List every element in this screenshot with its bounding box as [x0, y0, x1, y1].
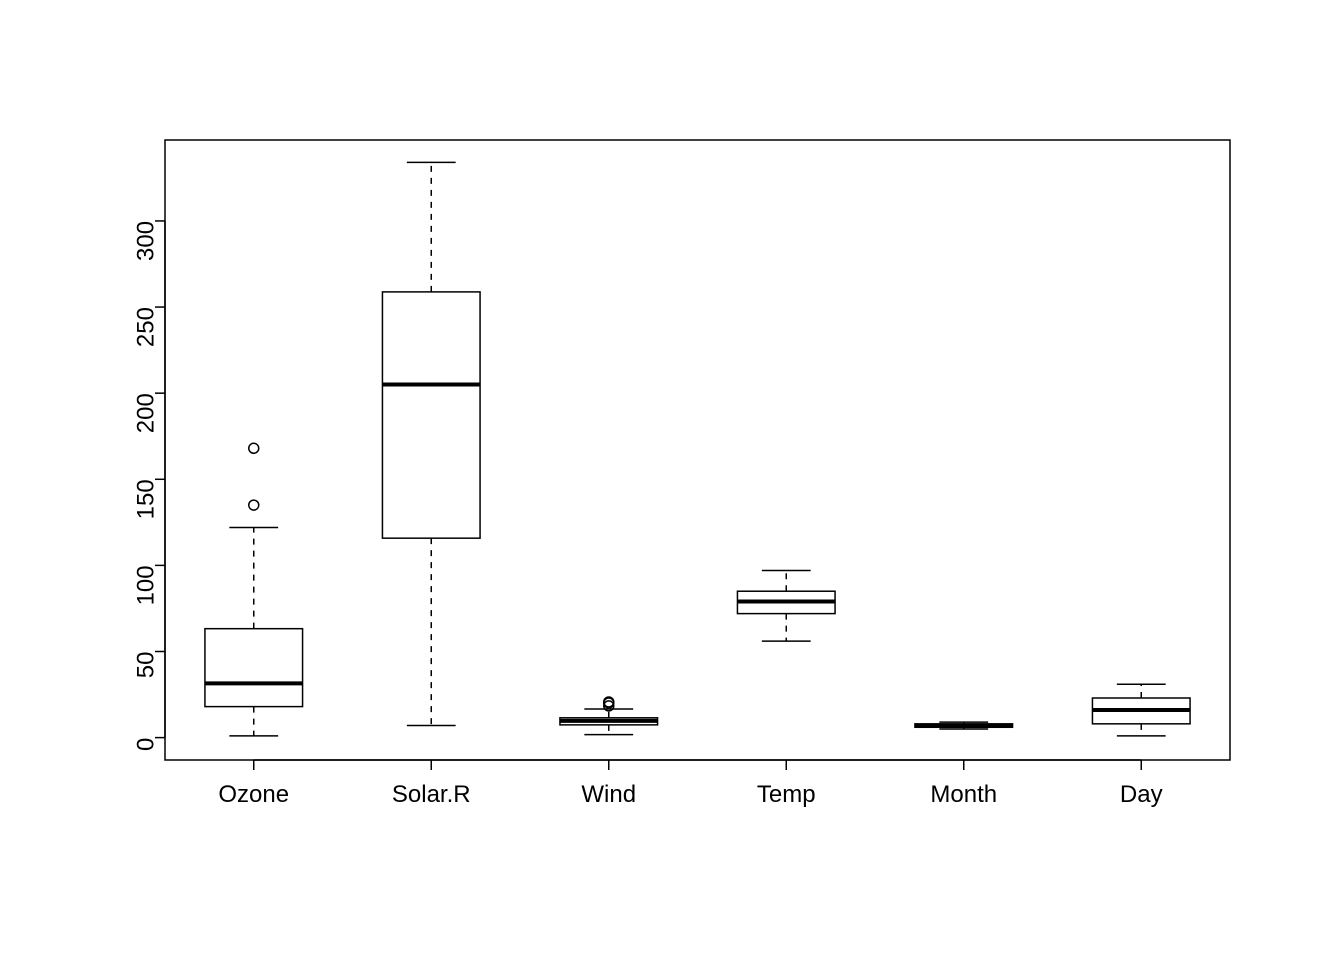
y-tick-label: 50: [132, 652, 159, 679]
x-tick-label: Wind: [581, 781, 636, 808]
x-tick-label: Ozone: [218, 781, 289, 808]
y-tick-label: 300: [132, 221, 159, 261]
x-tick-label: Solar.R: [392, 781, 471, 808]
y-tick-label: 150: [132, 479, 159, 519]
boxplot-chart: 0 50 100 150 200 250 300 Ozone Solar.R Wind Temp Mo…: [0, 0, 1344, 960]
y-tick-label: 0: [132, 738, 159, 751]
x-tick-label: Temp: [757, 781, 816, 808]
y-tick-label: 250: [132, 307, 159, 347]
box: [205, 629, 303, 707]
box: [382, 292, 480, 538]
y-tick-label: 200: [132, 393, 159, 433]
outlier-point: [249, 500, 259, 510]
x-tick-label: Day: [1120, 781, 1163, 808]
x-tick-label: Month: [930, 781, 997, 808]
outlier-point: [249, 443, 259, 453]
plot-area: [165, 140, 1230, 760]
y-tick-label: 100: [132, 565, 159, 605]
